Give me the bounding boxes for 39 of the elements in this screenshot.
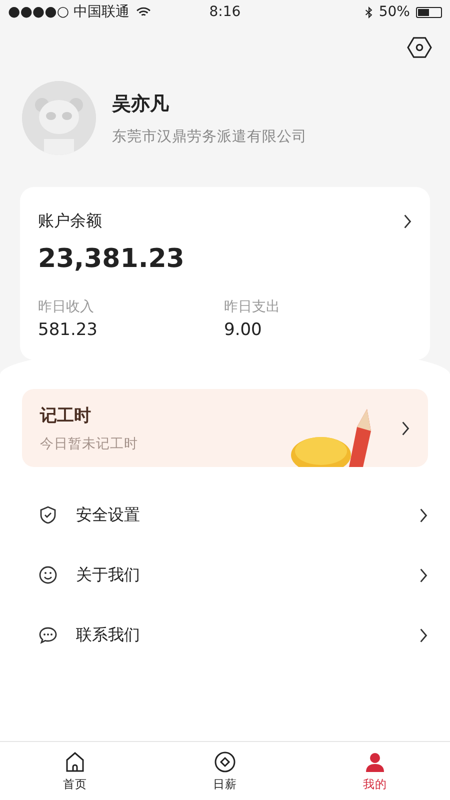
chevron-right-icon bbox=[403, 214, 412, 229]
stat-label: 昨日支出 bbox=[224, 298, 281, 316]
carrier-text: ●●●●○ 中国联通 bbox=[8, 3, 130, 21]
battery-icon bbox=[416, 6, 442, 18]
shield-icon bbox=[38, 505, 58, 525]
stat-value: 9.00 bbox=[224, 320, 263, 340]
menu-label: 安全设置 bbox=[76, 504, 141, 526]
smiley-icon bbox=[38, 565, 58, 585]
chevron-right-icon bbox=[419, 628, 428, 642]
menu-item[interactable]: 联系我们 bbox=[0, 605, 450, 665]
chat-bubble-icon bbox=[38, 625, 58, 645]
work-hours-subtitle: 今日暂未记工时 bbox=[40, 434, 139, 452]
bluetooth-icon bbox=[364, 6, 373, 18]
tab-item[interactable]: 首页 bbox=[0, 742, 150, 800]
tab-item[interactable]: 我的 bbox=[300, 742, 450, 800]
balance-card[interactable]: 账户余额 23,381.23 昨日收入 581.23 昨日支出 9.00 bbox=[20, 187, 430, 360]
clock-time: 8:16 bbox=[209, 4, 241, 20]
balance-title: 账户余额 bbox=[38, 211, 102, 232]
chevron-right-icon bbox=[419, 508, 428, 522]
battery-percent: 50% bbox=[378, 4, 410, 20]
company-name: 东莞市汉鼎劳务派遣有限公司 bbox=[112, 128, 307, 146]
menu-label: 联系我们 bbox=[76, 624, 141, 646]
user-name: 吴亦凡 bbox=[112, 92, 170, 116]
balance-amount: 23,381.23 bbox=[38, 244, 186, 274]
work-hours-card[interactable]: 记工时 今日暂未记工时 bbox=[22, 389, 428, 467]
work-hours-title: 记工时 bbox=[40, 404, 92, 426]
chevron-right-icon bbox=[419, 568, 428, 582]
menu-item[interactable]: 安全设置 bbox=[0, 485, 450, 545]
tab-item[interactable]: 日薪 bbox=[150, 742, 300, 800]
menu-item[interactable]: 关于我们 bbox=[0, 545, 450, 605]
menu-label: 关于我们 bbox=[76, 564, 141, 586]
settings-icon[interactable] bbox=[407, 36, 432, 59]
stat-value: 581.23 bbox=[38, 320, 98, 340]
chevron-right-icon bbox=[401, 420, 410, 436]
wifi-icon bbox=[136, 6, 151, 18]
stat-label: 昨日收入 bbox=[38, 298, 95, 316]
home-icon bbox=[64, 750, 86, 772]
coin-icon bbox=[214, 750, 236, 772]
person-icon bbox=[364, 750, 386, 772]
